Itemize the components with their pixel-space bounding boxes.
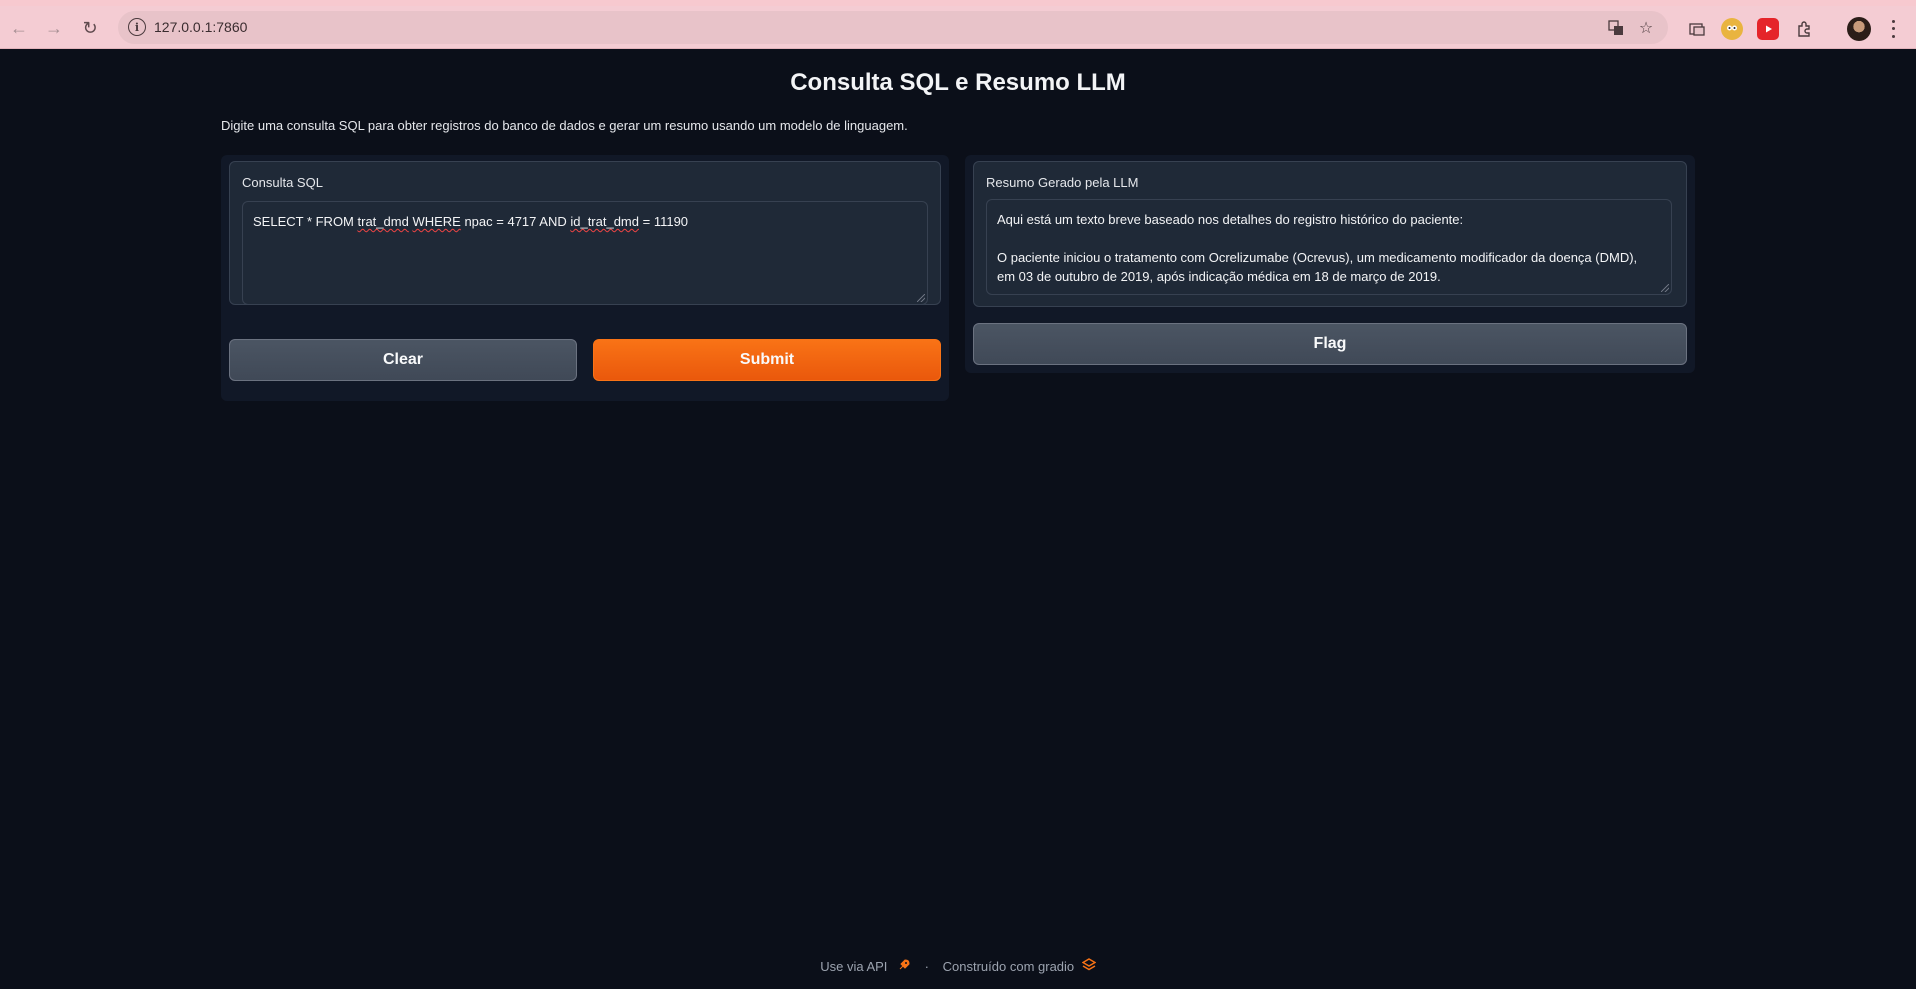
flag-button[interactable]: Flag xyxy=(973,323,1687,365)
summary-blank-line xyxy=(997,229,1661,248)
sql-text-part: SELECT * FROM xyxy=(253,214,358,229)
back-icon[interactable]: ← xyxy=(5,14,33,42)
address-bar[interactable]: i 127.0.0.1:7860 ☆ xyxy=(118,11,1668,44)
translate-icon[interactable] xyxy=(1604,16,1628,40)
site-info-icon[interactable]: i xyxy=(128,18,146,36)
summary-line: em 03 de outubro de 2019, após indicação… xyxy=(997,269,1441,284)
page-title: Consulta SQL e Resumo LLM xyxy=(790,69,1126,96)
submit-button[interactable]: Submit xyxy=(593,339,941,381)
sql-text-part: npac = 4717 AND xyxy=(460,214,571,229)
profile-avatar[interactable] xyxy=(1847,17,1871,41)
summary-line: O paciente iniciou o tratamento com Ocre… xyxy=(997,250,1638,265)
resize-grip-icon[interactable] xyxy=(917,294,925,302)
page-description: Digite uma consulta SQL para obter regis… xyxy=(221,118,908,133)
rocket-icon xyxy=(897,959,915,975)
use-via-api-link[interactable]: Use via API xyxy=(820,959,887,974)
footer-separator: · xyxy=(924,959,930,975)
extension-owl-icon[interactable] xyxy=(1721,18,1743,40)
gradio-app: Consulta SQL e Resumo LLM Digite uma con… xyxy=(0,49,1916,989)
input-panel: Consulta SQL SELECT * FROM trat_dmd WHER… xyxy=(221,155,949,401)
browser-menu-icon[interactable] xyxy=(1885,18,1901,40)
sql-input-field[interactable]: SELECT * FROM trat_dmd WHERE npac = 4717… xyxy=(242,201,928,305)
extensions-puzzle-icon[interactable] xyxy=(1794,18,1816,40)
built-with-gradio-link[interactable]: Construído com gradio xyxy=(943,959,1075,974)
gradio-logo-icon xyxy=(1081,958,1097,975)
summary-output-label: Resumo Gerado pela LLM xyxy=(986,175,1139,190)
output-panel: Resumo Gerado pela LLM Aqui está um text… xyxy=(965,155,1695,373)
bookmark-star-icon[interactable]: ☆ xyxy=(1634,16,1658,40)
sql-text-part: id_trat_dmd xyxy=(570,214,639,229)
address-url: 127.0.0.1:7860 xyxy=(154,19,248,35)
clear-button[interactable]: Clear xyxy=(229,339,577,381)
sql-text-part: = 11190 xyxy=(639,214,689,229)
sql-input-label: Consulta SQL xyxy=(242,175,323,190)
forward-icon[interactable]: → xyxy=(40,14,68,42)
summary-output-field[interactable]: Aqui está um texto breve baseado nos det… xyxy=(986,199,1672,295)
resize-grip-icon[interactable] xyxy=(1661,284,1669,292)
summary-line: Aqui está um texto breve baseado nos det… xyxy=(997,212,1464,227)
footer: Use via API · Construído com gradio xyxy=(0,958,1916,975)
reload-icon[interactable]: ↻ xyxy=(76,14,104,42)
extension-media-icon[interactable] xyxy=(1686,18,1708,40)
summary-output-block: Resumo Gerado pela LLM Aqui está um text… xyxy=(973,161,1687,307)
extension-youtube-icon[interactable] xyxy=(1757,18,1779,40)
sql-text-part: WHERE xyxy=(412,214,461,229)
browser-toolbar: ← → ↻ i 127.0.0.1:7860 ☆ xyxy=(0,6,1916,49)
sql-text-part: trat_dmd xyxy=(357,214,409,229)
sql-input-block: Consulta SQL SELECT * FROM trat_dmd WHER… xyxy=(229,161,941,305)
